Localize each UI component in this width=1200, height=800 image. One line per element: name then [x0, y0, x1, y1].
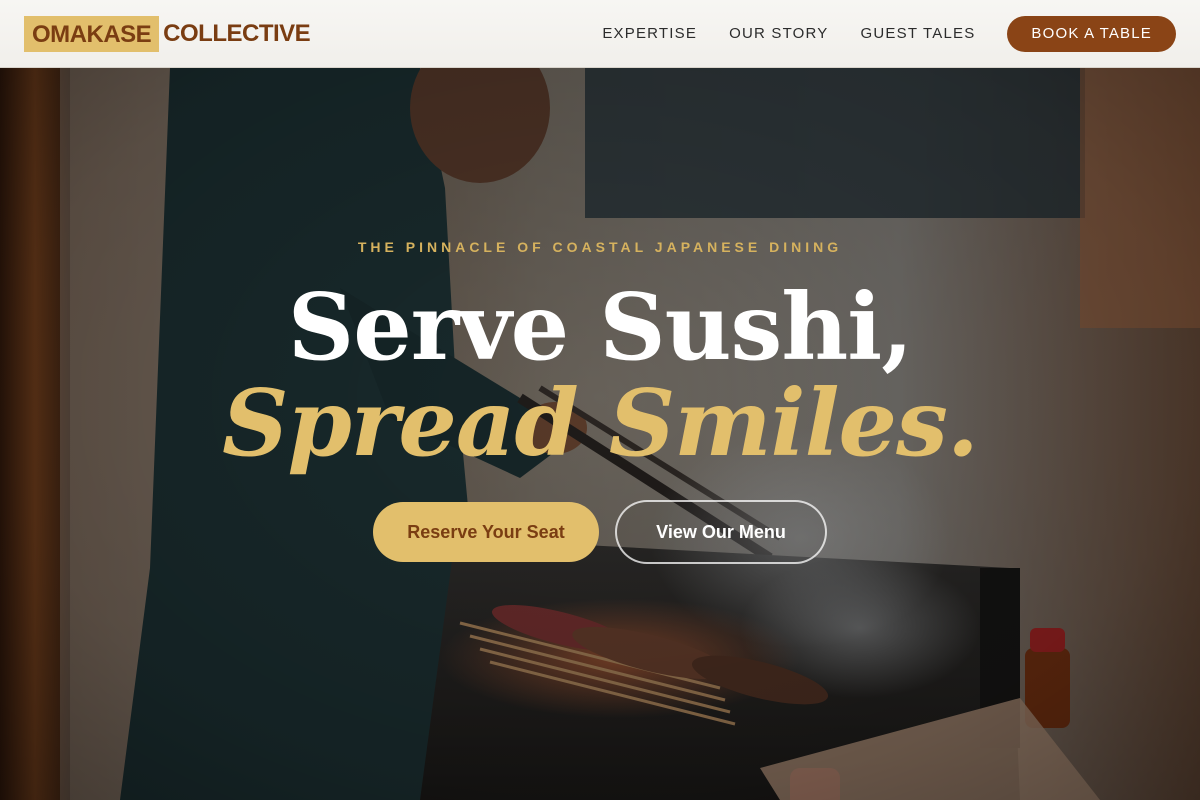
logo-highlight-text: OMAKASE — [24, 15, 160, 52]
view-menu-button[interactable]: View Our Menu — [615, 500, 827, 564]
logo-text: COLLECTIVE — [163, 19, 311, 47]
site-header: OMAKASE COLLECTIVE EXPERTISE OUR STORY G… — [0, 0, 1200, 68]
reserve-seat-button[interactable]: Reserve Your Seat — [373, 502, 599, 562]
hero-headline-line2: Spread Smiles. — [222, 369, 979, 477]
nav-link-expertise[interactable]: EXPERTISE — [602, 25, 697, 42]
logo[interactable]: OMAKASE COLLECTIVE — [24, 15, 311, 52]
nav-link-our-story[interactable]: OUR STORY — [729, 25, 828, 42]
hero-headline-line1: Serve Sushi, — [287, 273, 913, 381]
nav-link-guest-tales[interactable]: GUEST TALES — [861, 25, 976, 42]
main-nav: EXPERTISE OUR STORY GUEST TALES BOOK A T… — [602, 15, 1176, 52]
hero-cta-row: Reserve Your Seat View Our Menu — [373, 500, 827, 564]
hero-section: THE PINNACLE OF COASTAL JAPANESE DINING … — [0, 68, 1200, 800]
hero-eyebrow: THE PINNACLE OF COASTAL JAPANESE DINING — [357, 239, 843, 255]
book-table-button[interactable]: BOOK A TABLE — [1007, 15, 1176, 52]
